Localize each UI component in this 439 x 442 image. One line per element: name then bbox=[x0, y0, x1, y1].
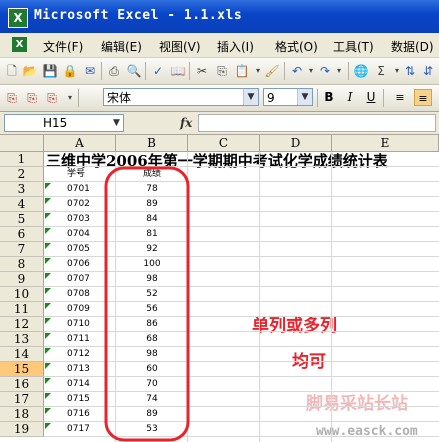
font-size-select[interactable]: 9 ▼ bbox=[263, 88, 313, 106]
print-icon[interactable]: ⎙ bbox=[106, 63, 122, 79]
title-bar: X Microsoft Excel - 1.1.xls bbox=[0, 0, 439, 33]
name-box-value: H15 bbox=[43, 116, 68, 130]
copy-icon[interactable]: ⎘ bbox=[214, 63, 230, 79]
menu-view[interactable]: 视图(V) bbox=[159, 38, 201, 55]
worksheet-grid[interactable]: A B C D E 三维中学2006年第一学期期中考试化学成绩统计表 单列或多列… bbox=[0, 135, 439, 442]
excel-icon: X bbox=[8, 8, 28, 28]
menu-data[interactable]: 数据(D) bbox=[391, 38, 434, 55]
menu-tools[interactable]: 工具(T) bbox=[333, 38, 374, 55]
toolbar-separator bbox=[317, 89, 318, 107]
paste-icon[interactable]: 📋 bbox=[234, 63, 250, 79]
chevron-down-icon[interactable]: ▼ bbox=[110, 115, 123, 131]
menu-edit[interactable]: 编辑(E) bbox=[101, 38, 142, 55]
toolbar-separator bbox=[383, 89, 384, 107]
spelling-icon[interactable]: ✓ bbox=[150, 63, 166, 79]
autosum-icon[interactable]: Σ bbox=[373, 63, 389, 79]
open-icon[interactable]: 📂 bbox=[22, 63, 38, 79]
pdf-icon[interactable]: ⎘ bbox=[4, 90, 20, 106]
menu-format[interactable]: 格式(O) bbox=[275, 38, 318, 55]
email-icon[interactable]: ✉ bbox=[82, 63, 98, 79]
fx-icon[interactable]: fx bbox=[180, 116, 192, 130]
standard-toolbar: 🗋 📂 💾 🔒 ✉ ⎙ 🔍 ✓ 📖 ✂ ⎘ 📋 ▾ 🖌 ↶ ▾ ↷ ▾ 🌐 Σ … bbox=[0, 58, 439, 85]
font-name-select[interactable]: 宋体 ▼ bbox=[103, 88, 259, 106]
underline-button[interactable]: U bbox=[362, 89, 380, 106]
menu-file[interactable]: 文件(F) bbox=[43, 38, 83, 55]
menu-bar: X 文件(F) 编辑(E) 视图(V) 插入(I) 格式(O) 工具(T) 数据… bbox=[0, 33, 439, 58]
toolbar-separator bbox=[284, 62, 285, 80]
pdf-review-icon[interactable]: ⎘ bbox=[44, 90, 60, 106]
column-selection-outline bbox=[104, 166, 190, 442]
redo-dropdown-icon[interactable]: ▾ bbox=[331, 63, 347, 79]
toolbar-separator bbox=[145, 62, 146, 80]
font-name-value: 宋体 bbox=[107, 91, 132, 105]
excel-window: X Microsoft Excel - 1.1.xls X 文件(F) 编辑(E… bbox=[0, 0, 439, 442]
workbook-icon[interactable]: X bbox=[12, 37, 27, 52]
menu-insert[interactable]: 插入(I) bbox=[217, 38, 254, 55]
window-title: Microsoft Excel - 1.1.xls bbox=[34, 8, 243, 23]
formula-bar: H15 ▼ fx bbox=[0, 112, 439, 135]
permission-icon[interactable]: 🔒 bbox=[62, 63, 78, 79]
new-icon[interactable]: 🗋 bbox=[4, 63, 20, 79]
hyperlink-icon[interactable]: 🌐 bbox=[353, 63, 369, 79]
research-icon[interactable]: 📖 bbox=[170, 63, 186, 79]
italic-button[interactable]: I bbox=[341, 89, 359, 106]
toolbar-separator bbox=[78, 89, 79, 107]
format-painter-icon[interactable]: 🖌 bbox=[264, 63, 280, 79]
sort-descending-icon[interactable]: ⇵ bbox=[420, 63, 436, 79]
toolbar-separator bbox=[348, 62, 349, 80]
align-left-icon[interactable]: ≡ bbox=[391, 89, 409, 106]
chevron-down-icon[interactable]: ▼ bbox=[297, 89, 312, 105]
pdf-email-icon[interactable]: ⎘ bbox=[24, 90, 40, 106]
toolbar-separator bbox=[101, 62, 102, 80]
chevron-down-icon[interactable]: ▼ bbox=[243, 89, 258, 105]
name-box[interactable]: H15 ▼ bbox=[4, 114, 124, 132]
save-icon[interactable]: 💾 bbox=[42, 63, 58, 79]
cut-icon[interactable]: ✂ bbox=[194, 63, 210, 79]
print-preview-icon[interactable]: 🔍 bbox=[126, 63, 142, 79]
sort-ascending-icon[interactable]: ⇅ bbox=[402, 63, 418, 79]
bold-button[interactable]: B bbox=[320, 89, 338, 106]
formula-input[interactable] bbox=[198, 114, 436, 132]
toolbar-options-icon[interactable]: ▾ bbox=[62, 90, 78, 106]
formatting-toolbar: ⎘ ⎘ ⎘ ▾ 宋体 ▼ 9 ▼ B I U ≡ ≡ bbox=[0, 85, 439, 112]
align-center-icon[interactable]: ≡ bbox=[414, 89, 432, 106]
toolbar-separator bbox=[189, 62, 190, 80]
font-size-value: 9 bbox=[267, 91, 275, 105]
